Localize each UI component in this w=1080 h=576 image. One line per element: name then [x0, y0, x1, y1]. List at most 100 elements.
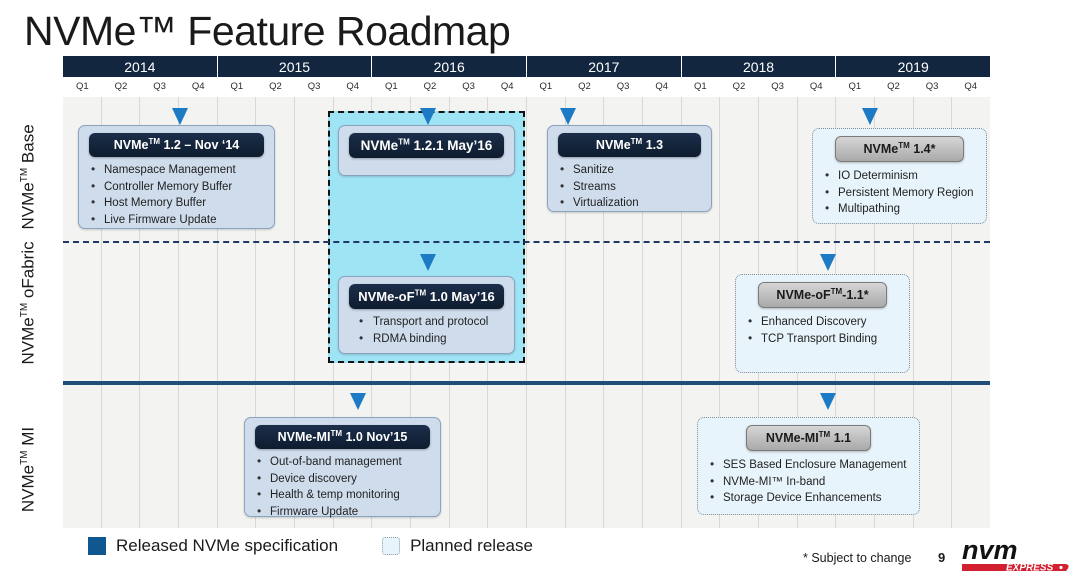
- title-pre: NVMe-MI: [765, 431, 819, 445]
- row-label-suffix: oFabric: [18, 241, 38, 299]
- milestone-marker: [820, 254, 836, 271]
- trademark-mark: TM: [18, 167, 30, 183]
- trademark-mark: TM: [398, 137, 410, 147]
- milestone-box-nvmemi-1-1[interactable]: NVMe-MITM 1.1 SES Based Enclosure Manage…: [697, 417, 920, 515]
- milestone-bullet-list: Enhanced Discovery TCP Transport Binding: [742, 313, 903, 347]
- milestone-bullet-list: IO Determinism Persistent Memory Region …: [819, 167, 980, 218]
- milestone-box-nvme-1-2-1[interactable]: NVMeTM 1.2.1 May’16: [338, 125, 515, 176]
- trademark-mark: TM: [630, 136, 643, 146]
- milestone-bullet-list: Out-of-band management Device discovery …: [251, 453, 434, 521]
- title-post: 1.4*: [909, 142, 936, 156]
- year-cell: 2019: [836, 56, 991, 77]
- bullet-item: Out-of-band management: [255, 453, 432, 471]
- row-label-name: NVMe: [18, 464, 38, 513]
- legend: Released NVMe specification Planned rele…: [88, 536, 577, 556]
- row-label-name: NVMe: [18, 317, 38, 365]
- roadmap-plot: NVMeTM 1.2 – Nov ‘14 Namespace Managemen…: [63, 97, 990, 528]
- quarter-cell: Q3: [771, 80, 784, 92]
- quarter-cell: Q1: [230, 80, 244, 92]
- divider-base-ofabric: [63, 241, 990, 243]
- timeline-years: 2014 2015 2016 2017 2018 2019: [63, 56, 991, 77]
- title-pre: NVMe-oF: [776, 288, 831, 302]
- quarter-cell: Q2: [423, 80, 437, 92]
- logo-wordmark: nvm: [962, 535, 1018, 565]
- quarter-cell: Q4: [500, 80, 514, 92]
- milestone-box-title: NVMe-oFTM 1.0 May’16: [349, 284, 504, 309]
- title-post: 1.0 May’16: [426, 289, 495, 304]
- bullet-item: Virtualization: [558, 194, 703, 212]
- bullet-item: Host Memory Buffer: [89, 194, 266, 212]
- nvm-express-logo: nvm EXPRESS: [962, 535, 1069, 574]
- quarter-cell: Q4: [191, 80, 205, 92]
- trademark-mark: TM: [898, 140, 910, 150]
- bullet-item: Controller Memory Buffer: [89, 178, 266, 196]
- title-post: 1.2.1 May’16: [409, 138, 493, 153]
- quarter-cell: Q4: [809, 80, 823, 92]
- milestone-bullet-list: SES Based Enclosure Management NVMe-MI™ …: [704, 456, 913, 507]
- row-label-suffix: Base: [18, 124, 38, 164]
- logo-subtext: EXPRESS: [1006, 563, 1054, 574]
- bullet-item: Storage Device Enhancements: [708, 489, 911, 507]
- milestone-bullet-list: Sanitize Streams Virtualization: [554, 161, 705, 212]
- row-label-base: NVMeTM Base: [18, 124, 38, 229]
- planned-swatch-icon: [382, 537, 401, 555]
- milestone-marker: [560, 108, 576, 125]
- quarter-cell: Q3: [925, 80, 939, 92]
- page-title-text: NVMe™ Feature Roadmap: [24, 8, 511, 54]
- milestone-bullet-list: Transport and protocol RDMA binding: [345, 313, 508, 347]
- milestone-box-nvmemi-1-0[interactable]: NVMe-MITM 1.0 Nov’15 Out-of-band managem…: [244, 417, 441, 521]
- quarter-cell: Q4: [346, 80, 360, 92]
- trademark-mark: TM: [830, 286, 843, 296]
- legend-item-released: Released NVMe specification: [88, 536, 338, 556]
- milestone-box-nvme-1-4[interactable]: NVMeTM 1.4* IO Determinism Persistent Me…: [812, 128, 987, 224]
- trademark-mark: TM: [148, 136, 161, 146]
- milestone-box-title: NVMe-MITM 1.0 Nov’15: [255, 425, 430, 449]
- legend-label: Released NVMe specification: [116, 536, 339, 555]
- milestone-bullet-list: Namespace Management Controller Memory B…: [85, 161, 268, 229]
- quarter-cell: Q1: [75, 80, 89, 92]
- year-cell: 2016: [372, 56, 528, 77]
- quarter-cell: Q1: [539, 80, 553, 92]
- quarter-cell: Q2: [578, 80, 591, 92]
- milestone-box-nvmeof-1-1[interactable]: NVMe-oFTM-1.1* Enhanced Discovery TCP Tr…: [735, 274, 910, 373]
- legend-item-planned: Planned release: [382, 536, 533, 556]
- title-post: -1.1*: [842, 288, 869, 302]
- page-number: 9: [938, 550, 946, 565]
- year-cell: 2014: [63, 56, 218, 77]
- milestone-box-title: NVMe-oFTM-1.1*: [758, 282, 887, 308]
- trademark-mark: TM: [330, 428, 342, 438]
- bullet-item: Namespace Management: [89, 161, 266, 179]
- quarter-cell: Q4: [655, 80, 669, 92]
- legend-label: Planned release: [410, 536, 533, 555]
- bullet-item: Multipathing: [823, 200, 978, 218]
- milestone-marker: [420, 254, 436, 271]
- bullet-item: IO Determinism: [823, 167, 978, 185]
- title-post: 1.2 – Nov ‘14: [160, 138, 240, 152]
- slide-root: NVMe™ Feature Roadmap 2014 2015 2016 201…: [0, 0, 1080, 576]
- milestone-marker: [420, 108, 436, 125]
- page-title: NVMe™ Feature Roadmap: [24, 6, 511, 56]
- bullet-item: NVMe-MI™ In-band: [708, 473, 911, 491]
- title-pre: NVMe: [113, 138, 149, 152]
- trademark-mark: TM: [818, 429, 831, 439]
- title-pre: NVMe-oF: [358, 289, 415, 304]
- year-cell: 2017: [527, 56, 682, 77]
- subject-to-change-note: * Subject to change: [803, 551, 912, 565]
- bullet-item: Persistent Memory Region: [823, 184, 978, 202]
- trademark-mark: TM: [18, 302, 30, 318]
- milestone-box-title: NVMeTM 1.3: [558, 133, 701, 157]
- registered-mark-icon: [1059, 565, 1063, 570]
- bullet-item: Streams: [558, 178, 703, 196]
- milestone-box-nvme-1-3[interactable]: NVMeTM 1.3 Sanitize Streams Virtualizati…: [547, 125, 712, 212]
- quarter-cell: Q2: [732, 80, 746, 92]
- milestone-box-nvme-1-2[interactable]: NVMeTM 1.2 – Nov ‘14 Namespace Managemen…: [78, 125, 275, 229]
- bullet-item: Live Firmware Update: [89, 211, 266, 229]
- year-cell: 2015: [217, 56, 373, 77]
- bullet-item: Firmware Update: [255, 503, 432, 521]
- quarter-cell: Q1: [693, 80, 707, 92]
- bullet-item: SES Based Enclosure Management: [708, 456, 911, 474]
- quarter-cell: Q1: [384, 80, 398, 92]
- quarter-cell: Q3: [153, 80, 166, 92]
- milestone-box-nvmeof-1-0[interactable]: NVMe-oFTM 1.0 May’16 Transport and proto…: [338, 276, 515, 354]
- quarter-cell: Q2: [269, 80, 282, 92]
